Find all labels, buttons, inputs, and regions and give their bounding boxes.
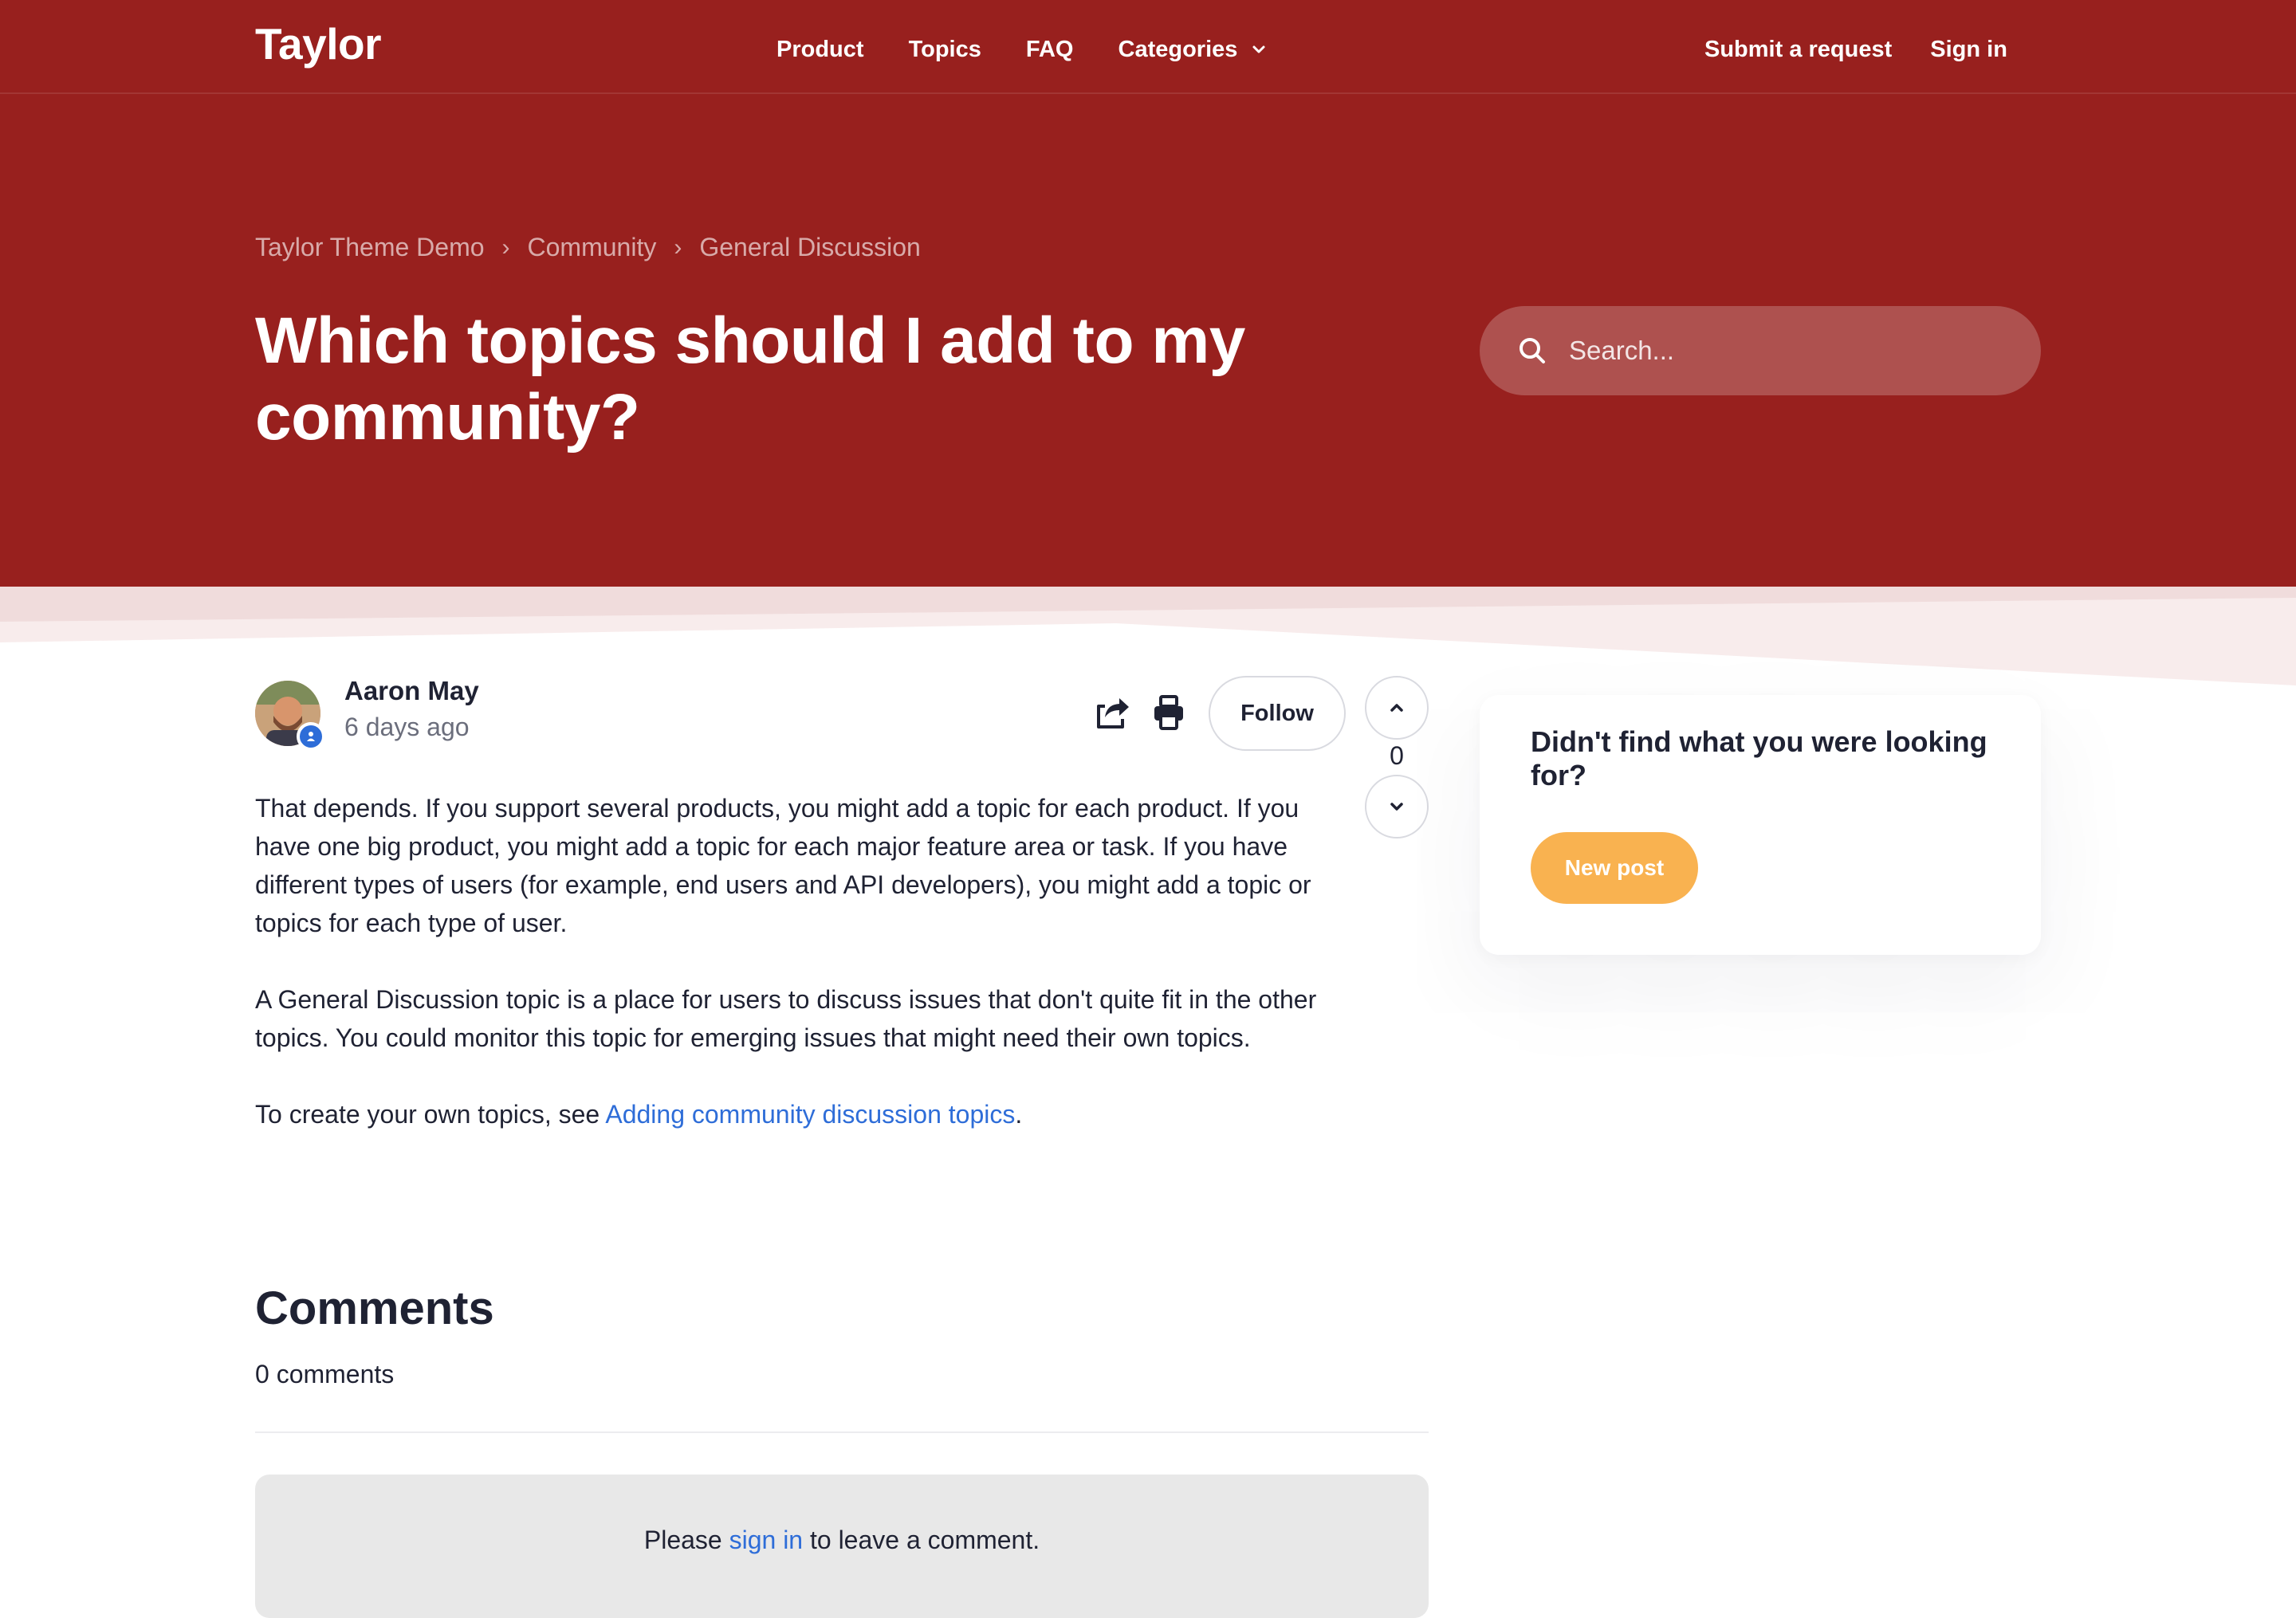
new-post-card: Didn't find what you were looking for? N… [1480,695,2041,955]
hero-wave-divider [0,587,2296,685]
sign-in-link[interactable]: Sign in [1930,37,2007,63]
chevron-up-icon [1390,704,1403,712]
new-post-button[interactable]: New post [1531,832,1698,904]
topics-help-link[interactable]: Adding community discussion topics [605,1100,1015,1129]
breadcrumb-separator-icon: › [674,234,682,261]
signin-suffix: to leave a comment. [803,1526,1040,1554]
nav-faq[interactable]: FAQ [1026,37,1074,63]
post-timestamp: 6 days ago [344,713,470,741]
downvote-button[interactable] [1365,775,1429,838]
user-badge-icon [297,722,325,751]
closing-suffix: . [1015,1100,1023,1129]
breadcrumb: Taylor Theme Demo › Community › General … [255,233,921,262]
closing-text: To create your own topics, see [255,1100,606,1129]
author-name[interactable]: Aaron May [344,676,479,706]
site-logo[interactable]: Taylor [255,14,381,73]
breadcrumb-topic[interactable]: General Discussion [699,233,920,262]
nav-product[interactable]: Product [776,37,864,63]
signin-prompt: Please sign in to leave a comment. [255,1526,1429,1555]
post-paragraph: To create your own topics, see Adding co… [255,1095,1355,1133]
follow-button[interactable]: Follow [1209,676,1346,751]
search-input[interactable] [1567,335,2017,367]
post-paragraph: A General Discussion topic is a place fo… [255,985,1317,1052]
main-nav: Product Topics FAQ Categories [776,30,1311,69]
comments-heading: Comments [255,1282,494,1334]
comments-count: 0 comments [255,1360,395,1388]
nav-categories-label: Categories [1118,36,1238,62]
comment-signin-box: Please sign in to leave a comment. [255,1475,1429,1618]
signin-link[interactable]: sign in [729,1526,804,1554]
signin-prefix: Please [643,1526,729,1554]
header-actions: Submit a request Sign in [1704,30,2046,69]
page-title: Which topics should I add to my communit… [255,304,1245,454]
upvote-button[interactable] [1365,676,1429,740]
submit-request-link[interactable]: Submit a request [1704,37,1892,63]
chevron-down-icon [1252,45,1265,53]
post-body: That depends. If you support several pro… [255,789,1355,1172]
nav-topics[interactable]: Topics [909,37,981,63]
vote-count: 0 [1390,741,1404,770]
post-paragraph: That depends. If you support several pro… [255,794,1311,937]
breadcrumb-community[interactable]: Community [528,233,657,262]
hero-banner [0,0,2296,587]
chevron-down-icon [1390,803,1403,811]
print-icon[interactable] [1153,695,1185,730]
search-bar[interactable] [1480,306,2041,395]
search-icon [1520,338,1545,363]
author-avatar[interactable] [255,681,325,751]
header-divider [0,92,2296,94]
share-icon[interactable] [1095,695,1130,730]
new-post-card-heading: Didn't find what you were looking for? [1531,725,1987,791]
comments-divider [255,1431,1429,1433]
breadcrumb-home[interactable]: Taylor Theme Demo [255,233,485,262]
breadcrumb-separator-icon: › [501,234,510,261]
nav-categories[interactable]: Categories [1119,37,1267,63]
